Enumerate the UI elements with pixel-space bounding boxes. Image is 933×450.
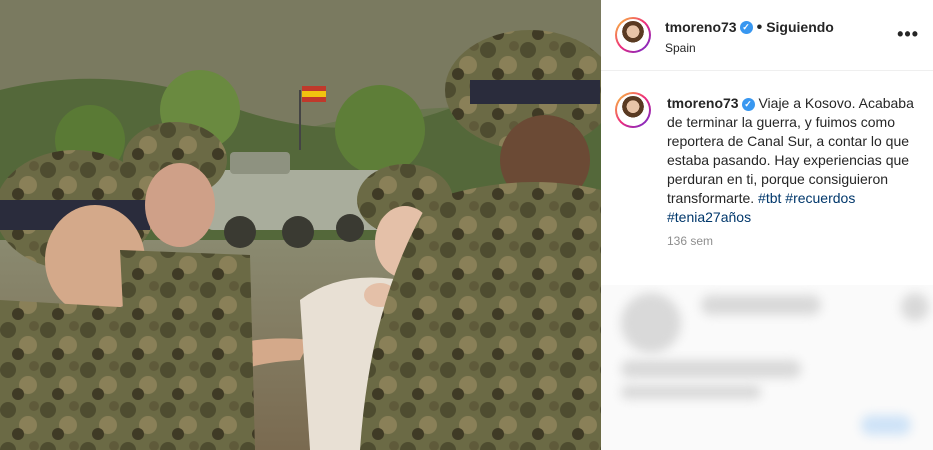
caption-username[interactable]: tmoreno73 <box>667 95 739 111</box>
header-text: tmoreno73 ✓ • Siguiendo Spain <box>665 19 834 55</box>
post-photo[interactable] <box>0 0 601 450</box>
blurred-comments-area <box>601 285 933 450</box>
post-caption: tmoreno73 ✓ Viaje a Kosovo. Acababa de te… <box>667 94 923 227</box>
post-panel: tmoreno73 ✓ • Siguiendo Spain ••• tmoreno73… <box>601 0 933 450</box>
hashtag-recuerdos[interactable]: #recuerdos <box>785 190 855 206</box>
location-link[interactable]: Spain <box>665 41 834 55</box>
blurred-avatar <box>621 293 681 353</box>
verified-badge-icon: ✓ <box>739 21 753 35</box>
more-horizontal-icon[interactable]: ••• <box>897 24 919 45</box>
post-header: tmoreno73 ✓ • Siguiendo Spain ••• <box>601 0 933 71</box>
caption-avatar[interactable] <box>615 92 651 128</box>
following-button[interactable]: Siguiendo <box>766 19 834 35</box>
post-timestamp[interactable]: 136 sem <box>667 234 713 248</box>
hashtag-tenia27anos[interactable]: #tenia27años <box>667 209 751 225</box>
avatar-image <box>619 21 647 49</box>
username-link[interactable]: tmoreno73 <box>665 19 737 35</box>
blurred-text <box>621 385 761 399</box>
blurred-icon <box>901 293 929 321</box>
avatar-image <box>619 96 647 124</box>
blurred-text <box>621 360 801 378</box>
soldiers-photo <box>0 0 601 450</box>
separator-dot: • <box>756 19 763 36</box>
hashtag-tbt[interactable]: #tbt <box>758 190 781 206</box>
blurred-text <box>701 295 821 315</box>
verified-badge-icon: ✓ <box>741 97 755 111</box>
blurred-button <box>861 415 911 435</box>
profile-avatar[interactable] <box>615 17 651 53</box>
